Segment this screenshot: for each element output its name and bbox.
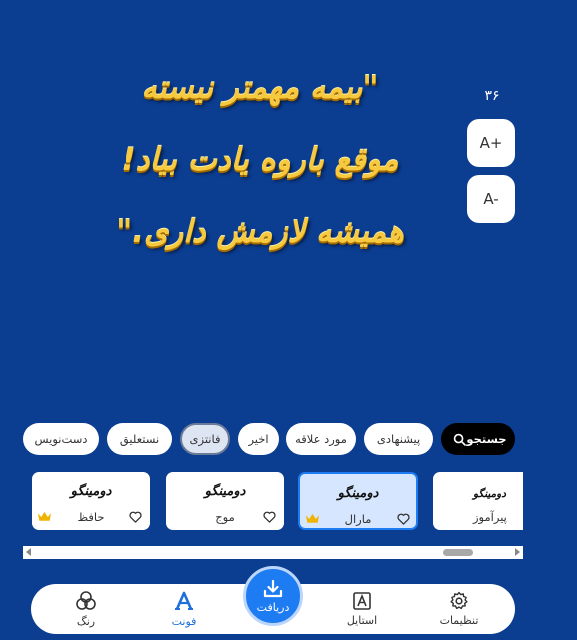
font-name: پیرآموز	[473, 510, 507, 524]
font-list: دومینگو حافظ دومینگو موج دومینگو مارال د…	[23, 471, 523, 531]
font-sample: دومینگو	[204, 484, 246, 499]
chip-suggested[interactable]: پیشنهادی	[364, 423, 433, 455]
crown-icon	[305, 513, 320, 523]
nav-settings-label: تنظیمات	[439, 614, 479, 627]
nav-color-label: رنگ	[76, 615, 96, 628]
chip-fantasy[interactable]: فانتزی	[180, 423, 230, 455]
font-size-value: ۳۶	[484, 88, 500, 104]
nav-color[interactable]: رنگ	[46, 584, 126, 634]
search-label: جستجو	[466, 432, 507, 446]
font-card-maral[interactable]: دومینگو مارال	[298, 472, 418, 530]
nav-font[interactable]: فونت	[144, 584, 224, 634]
download-label: دریافت	[256, 600, 290, 614]
style-frame-icon	[353, 592, 371, 610]
nav-style-label: استایل	[346, 614, 378, 627]
chip-favorites[interactable]: مورد علاقه	[286, 423, 356, 455]
font-card-piramuz[interactable]: دومینگو پیرآموز	[433, 472, 523, 530]
nav-settings[interactable]: تنظیمات	[419, 584, 499, 634]
nav-style[interactable]: استایل	[322, 584, 402, 634]
scroll-left-arrow-icon[interactable]	[26, 548, 31, 556]
nav-font-label: فونت	[171, 615, 197, 628]
scroll-right-arrow-icon[interactable]	[515, 548, 520, 556]
download-button[interactable]: دریافت	[243, 566, 303, 626]
decrease-size-button[interactable]: A-	[467, 175, 515, 223]
increase-size-button[interactable]: A+	[467, 119, 515, 167]
font-a-icon	[175, 591, 193, 610]
chip-recent[interactable]: اخیر	[238, 423, 279, 455]
preview-text: "بیمه مهمتر نیسته موقع باروه یادت بیاد! …	[60, 52, 460, 268]
chip-handwriting[interactable]: دست‌نویس	[23, 423, 99, 455]
color-circles-icon	[76, 591, 96, 610]
font-card-hafez[interactable]: دومینگو حافظ	[32, 472, 150, 530]
font-sample: دومینگو	[473, 488, 506, 500]
crown-icon	[37, 511, 52, 521]
font-sample: دومینگو	[337, 486, 379, 501]
preview-line: "بیمه مهمتر نیسته	[141, 70, 379, 106]
font-name: موج	[215, 510, 235, 524]
font-sample: دومینگو	[70, 484, 112, 499]
horizontal-scrollbar[interactable]	[23, 546, 523, 559]
search-icon	[454, 433, 467, 446]
download-icon	[263, 579, 283, 597]
scroll-thumb[interactable]	[443, 549, 473, 556]
font-card-moj[interactable]: دومینگو موج	[166, 472, 284, 530]
filter-chips: دست‌نویس نستعلیق فانتزی اخیر مورد علاقه …	[23, 423, 523, 455]
search-button[interactable]: جستجو	[441, 423, 515, 455]
gear-icon	[450, 591, 468, 610]
preview-line: همیشه لازمش داری."	[116, 214, 404, 250]
preview-line: موقع باروه یادت بیاد!	[121, 142, 399, 178]
chip-nastaliq[interactable]: نستعلیق	[107, 423, 172, 455]
